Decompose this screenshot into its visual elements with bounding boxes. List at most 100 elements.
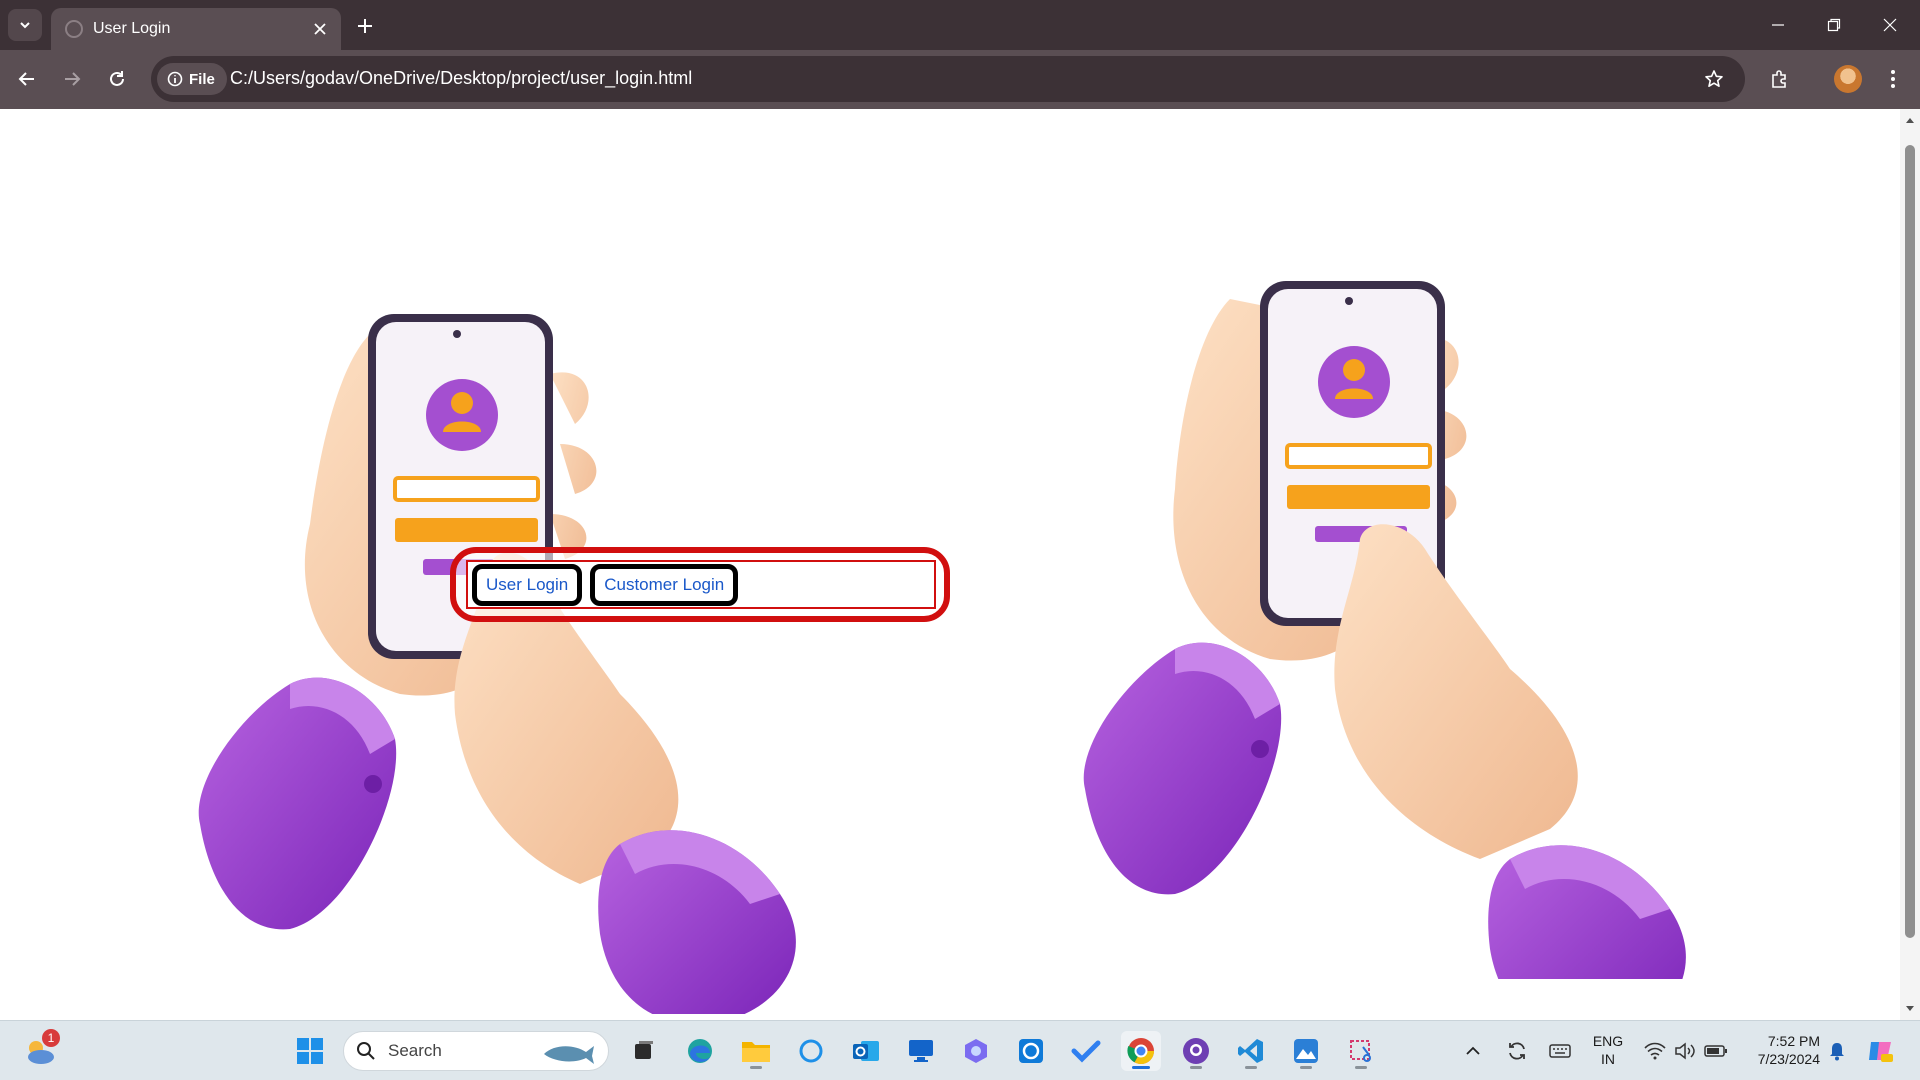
keyboard-icon [1549, 1044, 1571, 1058]
plus-icon [358, 19, 372, 33]
monitor-icon [909, 1040, 933, 1062]
task-view-icon [635, 1041, 653, 1059]
running-indicator [1190, 1066, 1202, 1069]
taskbar-outlook[interactable] [846, 1031, 886, 1071]
reload-icon [110, 71, 124, 86]
profile-avatar[interactable] [1834, 65, 1862, 93]
login-nav-box: User Login Customer Login [450, 547, 950, 622]
battery-icon [1704, 1045, 1727, 1057]
scissors-icon [1350, 1040, 1371, 1062]
weather-widget[interactable]: 1 [20, 1029, 60, 1071]
taskbar-snipping-tool[interactable] [1341, 1031, 1381, 1071]
taskbar-github[interactable] [1176, 1031, 1216, 1071]
start-button[interactable] [290, 1031, 330, 1071]
photos-icon [1294, 1039, 1318, 1063]
url-text[interactable]: C:/Users/godav/OneDrive/Desktop/project/… [230, 68, 692, 89]
outlook-icon [853, 1041, 879, 1061]
taskbar-chrome[interactable] [1121, 1031, 1161, 1071]
menu-button[interactable] [1876, 62, 1910, 96]
copilot-preview-button[interactable] [1860, 1031, 1900, 1071]
copilot-icon [965, 1039, 987, 1063]
active-indicator [1132, 1066, 1150, 1069]
running-indicator [1245, 1066, 1257, 1069]
battery-button[interactable] [1700, 1031, 1732, 1071]
minimize-icon [1772, 24, 1784, 26]
clock-date: 7/23/2024 [1757, 1051, 1820, 1067]
tab-close-button[interactable] [307, 16, 333, 42]
cortana-ring-icon [799, 1039, 823, 1063]
user-login-link[interactable]: User Login [472, 563, 583, 606]
restore-button[interactable] [1806, 0, 1862, 50]
back-button[interactable] [10, 62, 44, 96]
minimize-button[interactable] [1750, 0, 1806, 50]
language-region: IN [1601, 1051, 1615, 1067]
info-icon [167, 71, 183, 87]
customer-login-link[interactable]: Customer Login [590, 563, 739, 606]
taskbar-todo[interactable] [1066, 1031, 1106, 1071]
star-icon [1705, 70, 1723, 87]
scrollbar-thumb[interactable] [1905, 145, 1915, 938]
chevron-down-icon [20, 22, 30, 29]
taskbar-edge[interactable] [680, 1031, 720, 1071]
site-info-label: File [189, 70, 215, 88]
taskbar-search-placeholder: Search [388, 1041, 442, 1060]
vertical-scrollbar[interactable] [1900, 109, 1920, 1020]
running-indicator [1355, 1066, 1367, 1069]
puzzle-icon [1772, 70, 1786, 88]
login-nav: User Login Customer Login [466, 560, 936, 609]
close-window-button[interactable] [1862, 0, 1918, 50]
clock[interactable]: 7:52 PM 7/23/2024 [1740, 1032, 1820, 1068]
taskbar-vscode[interactable] [1231, 1031, 1271, 1071]
browser-toolbar: File C:/Users/godav/OneDrive/Desktop/pro… [0, 50, 1920, 109]
more-vertical-icon [1891, 70, 1895, 88]
sync-status-button[interactable] [1502, 1031, 1532, 1071]
globe-icon [65, 20, 83, 38]
chrome-browser-icon [1127, 1038, 1155, 1065]
wifi-button[interactable] [1640, 1031, 1670, 1071]
volume-button[interactable] [1670, 1031, 1700, 1071]
edge-browser-icon [688, 1039, 712, 1063]
browser-tab-active[interactable]: User Login [51, 8, 341, 50]
taskbar-cortana[interactable] [791, 1031, 831, 1071]
bookmark-button[interactable] [1701, 66, 1727, 92]
wifi-icon [1644, 1042, 1666, 1060]
forward-button[interactable] [55, 62, 89, 96]
sync-icon [1509, 1042, 1525, 1060]
taskbar-remote-desktop[interactable] [901, 1031, 941, 1071]
arrow-right-icon [65, 72, 81, 86]
page-viewport: User Login Customer Login [0, 109, 1900, 1020]
show-hidden-icons-button[interactable] [1460, 1031, 1486, 1071]
tab-search-button[interactable] [8, 9, 42, 41]
arrow-left-icon [18, 72, 34, 86]
close-icon [1883, 18, 1897, 32]
taskbar-photos[interactable] [1286, 1031, 1326, 1071]
language-indicator[interactable]: ENG IN [1584, 1032, 1632, 1068]
close-icon [314, 23, 326, 35]
taskbar-copilot[interactable] [956, 1031, 996, 1071]
notifications-button[interactable] [1822, 1031, 1852, 1071]
tab-title: User Login [93, 20, 171, 37]
taskbar-cortana-app[interactable] [1011, 1031, 1051, 1071]
scroll-up-icon[interactable] [1905, 116, 1915, 124]
folder-icon [742, 1042, 770, 1062]
language-code: ENG [1592, 1033, 1624, 1049]
vscode-icon [1238, 1039, 1263, 1063]
clock-time: 7:52 PM [1767, 1033, 1820, 1049]
keyboard-button[interactable] [1545, 1031, 1575, 1071]
task-view-button[interactable] [624, 1031, 664, 1071]
taskbar-file-explorer[interactable] [736, 1031, 776, 1071]
running-indicator [1300, 1066, 1312, 1069]
scroll-down-icon[interactable] [1905, 1005, 1915, 1013]
new-tab-button[interactable] [350, 11, 380, 41]
taskbar-search-box[interactable]: Search [343, 1031, 609, 1071]
taskbar: 1 Search ENG IN 7:52 PM 7/23/2024 [0, 1020, 1920, 1080]
copilot-preview-icon [1869, 1042, 1893, 1062]
site-info-chip[interactable]: File [157, 63, 227, 95]
whale-search-highlight-icon [544, 1046, 594, 1064]
weather-badge: 1 [42, 1029, 60, 1047]
running-indicator [750, 1066, 762, 1069]
extensions-button[interactable] [1763, 62, 1797, 96]
reload-button[interactable] [100, 62, 134, 96]
tab-strip: User Login [0, 0, 1920, 50]
address-bar[interactable]: File C:/Users/godav/OneDrive/Desktop/pro… [151, 56, 1745, 102]
